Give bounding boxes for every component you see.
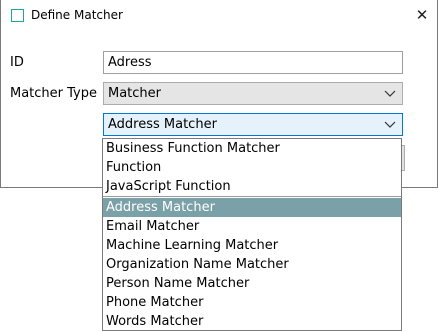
matcher-type-select[interactable]: Matcher (103, 82, 403, 105)
matcher-subtype-dropdown: Business Function Matcher Function JavaS… (102, 138, 402, 331)
dropdown-option[interactable]: Email Matcher (103, 217, 401, 236)
dropdown-option[interactable]: JavaScript Function (103, 177, 401, 196)
dropdown-option[interactable]: Function (103, 158, 401, 177)
matcher-subtype-select[interactable]: Address Matcher (103, 113, 403, 136)
window-app-icon (11, 9, 24, 22)
dropdown-option[interactable]: Business Function Matcher (103, 139, 401, 158)
close-button[interactable]: ✕ (407, 0, 437, 30)
matcher-type-value: Matcher (108, 86, 162, 101)
dropdown-separator (103, 196, 401, 197)
window-title: Define Matcher (31, 8, 123, 22)
chevron-down-icon (384, 116, 396, 132)
dropdown-option[interactable]: Person Name Matcher (103, 274, 401, 293)
matcher-subtype-value: Address Matcher (108, 117, 217, 132)
matcher-type-label: Matcher Type (10, 86, 98, 101)
id-label: ID (10, 55, 24, 70)
dropdown-option-selected[interactable]: Address Matcher (103, 198, 401, 217)
close-icon: ✕ (415, 6, 429, 24)
dropdown-option[interactable]: Words Matcher (103, 312, 401, 331)
dropdown-option[interactable]: Machine Learning Matcher (103, 236, 401, 255)
chevron-down-icon (384, 85, 396, 101)
title-bar: Define Matcher ✕ (1, 0, 437, 32)
id-input[interactable] (103, 51, 403, 74)
dropdown-option[interactable]: Phone Matcher (103, 293, 401, 312)
dropdown-option[interactable]: Organization Name Matcher (103, 255, 401, 274)
